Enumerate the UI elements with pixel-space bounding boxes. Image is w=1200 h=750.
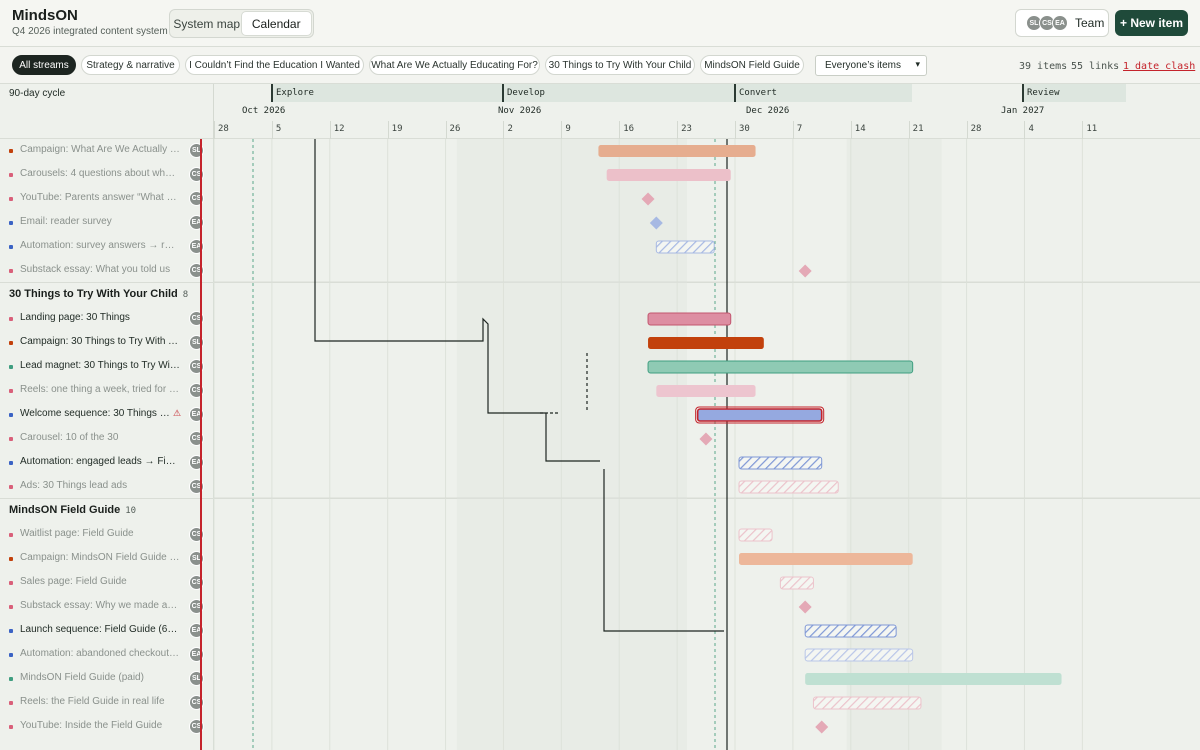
timeline-header: 90-day cycle Explore Develop Convert Rev… [0, 84, 1200, 139]
date-clash-link[interactable]: 1 date clash [1123, 61, 1195, 72]
timeline-bar[interactable] [647, 360, 914, 374]
calendar-tab[interactable]: Calendar [241, 12, 311, 35]
day-label: 16 [623, 124, 635, 134]
month-label: Oct 2026 [242, 106, 286, 116]
day-label: 9 [565, 124, 571, 134]
day-tick [677, 121, 679, 139]
owner-select-value: Everyone’s items [825, 60, 901, 71]
day-tick [1082, 121, 1084, 139]
app-subtitle: Q4 2026 integrated content system [12, 26, 168, 37]
links-count: 55 links [1071, 61, 1120, 72]
app-name: MindsON [12, 7, 78, 24]
timeline-bar[interactable] [648, 337, 764, 349]
timeline-bar[interactable] [606, 169, 731, 181]
day-label: 7 [796, 124, 803, 134]
timeline-bar[interactable] [812, 696, 922, 710]
avatar: EA [1052, 15, 1068, 31]
filter-chip-field-guide[interactable]: MindsON Field Guide [700, 55, 804, 75]
phase-explore: Explore [271, 84, 503, 102]
day-label: 30 [739, 124, 750, 134]
timeline-bar[interactable] [647, 312, 732, 326]
day-tick [214, 121, 215, 139]
phase-convert: Convert [734, 84, 912, 102]
day-tick [387, 121, 389, 139]
month-label: Dec 2026 [746, 106, 790, 116]
filter-chip-couldnt-find-education[interactable]: I Couldn’t Find the Education I Wanted [185, 55, 364, 75]
day-label: 5 [275, 124, 282, 134]
day-label: 4 [1028, 124, 1034, 134]
shaded-region [456, 139, 687, 750]
timeline-bar[interactable] [738, 528, 773, 542]
team-button[interactable]: SL CS EA Team [1015, 9, 1109, 37]
owner-select[interactable]: Everyone’s items ▾ [815, 55, 927, 76]
timeline-bar[interactable] [738, 456, 823, 470]
filter-chip-all-streams[interactable]: All streams [12, 55, 76, 75]
milestone-marker[interactable] [699, 432, 713, 446]
day-label: 21 [912, 124, 924, 134]
timeline-bar[interactable] [804, 624, 897, 638]
timeline-bar[interactable] [656, 385, 756, 397]
day-label: 19 [391, 124, 403, 134]
timeline-bar[interactable] [738, 480, 839, 494]
timeline-bar[interactable] [739, 553, 913, 565]
day-label: 28 [218, 124, 229, 134]
filter-chip-30-things[interactable]: 30 Things to Try With Your Child [545, 55, 695, 75]
items-count: 39 items [1019, 61, 1068, 72]
team-label: Team [1075, 16, 1105, 30]
timeline-bar[interactable] [655, 240, 715, 254]
system-map-tab[interactable]: System map [172, 12, 242, 35]
milestone-marker[interactable] [798, 600, 812, 614]
day-tick [561, 121, 563, 139]
timeline-bar[interactable] [598, 145, 756, 157]
day-tick [792, 121, 794, 139]
timeline-bar[interactable] [805, 673, 1062, 685]
day-label: 12 [333, 124, 345, 134]
filter-chip-educating-for[interactable]: What Are We Actually Educating For? [369, 55, 540, 75]
day-tick [908, 121, 910, 139]
view-toggle: System map Calendar [169, 9, 314, 38]
gantt-chart [200, 139, 1200, 750]
phase-review: Review [1022, 84, 1126, 102]
day-tick [503, 121, 505, 139]
milestone-marker[interactable] [798, 264, 812, 278]
day-tick [1024, 121, 1026, 139]
phase-develop: Develop [502, 84, 734, 102]
day-tick [445, 121, 447, 139]
day-tick [966, 121, 968, 139]
day-tick [619, 121, 621, 139]
day-label: 14 [854, 124, 866, 134]
day-label: 11 [1086, 124, 1098, 134]
day-tick [329, 121, 331, 139]
new-item-button[interactable]: + New item [1115, 10, 1188, 36]
day-label: 28 [970, 124, 982, 134]
milestone-marker[interactable] [815, 720, 829, 734]
day-tick [271, 121, 273, 139]
day-label: 23 [681, 124, 692, 134]
chevron-down-icon: ▾ [915, 59, 920, 69]
day-tick [735, 121, 736, 139]
day-tick [850, 121, 852, 139]
cycle-label: 90-day cycle [9, 88, 66, 99]
timeline-bar[interactable] [779, 576, 814, 590]
month-label: Nov 2026 [498, 106, 542, 116]
month-label: Jan 2027 [1001, 106, 1045, 116]
filter-bar: All streams Strategy & narrative I Could… [0, 47, 1200, 84]
day-label: 2 [507, 124, 513, 134]
app-header: MindsON Q4 2026 integrated content syste… [0, 0, 1200, 47]
filter-chip-strategy[interactable]: Strategy & narrative [81, 55, 180, 75]
day-label: 26 [449, 124, 461, 134]
timeline-bar[interactable] [696, 408, 823, 422]
timeline-bar[interactable] [804, 648, 914, 662]
